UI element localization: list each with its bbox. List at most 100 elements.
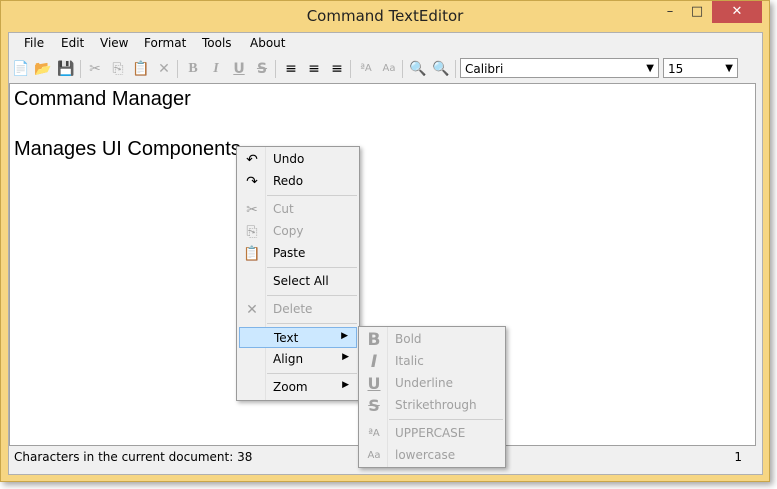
menu-item-strikethrough[interactable]: S Strikethrough xyxy=(361,395,503,416)
character-count: Characters in the current document: 38 xyxy=(14,450,253,464)
menu-item-underline[interactable]: U Underline xyxy=(361,373,503,394)
underline-icon[interactable]: U xyxy=(229,59,249,79)
submenu-arrow-icon: ▶ xyxy=(342,380,349,390)
toolbar-separator xyxy=(350,60,351,78)
strikethrough-icon: S xyxy=(368,396,380,415)
menu-item-label: Copy xyxy=(273,224,304,238)
menu-about[interactable]: About xyxy=(250,36,285,50)
copy-icon: ⎘ xyxy=(246,224,258,240)
align-center-icon[interactable]: ≡ xyxy=(304,59,324,79)
strikethrough-icon[interactable]: S xyxy=(252,59,272,79)
menu-item-label: Zoom xyxy=(273,380,308,394)
menu-item-redo[interactable]: ↷ Redo xyxy=(239,171,357,192)
font-family-select[interactable]: Calibri ▼ xyxy=(460,58,659,78)
toolbar: 📄 📂 💾 ✂ ⎘ 📋 ✕ B I U S ≡ ≡ ≡ ªA Aa 🔍 🔍 Ca… xyxy=(9,55,762,83)
lowercase-icon: Aa xyxy=(367,450,381,461)
align-left-icon[interactable]: ≡ xyxy=(281,59,301,79)
bold-icon: B xyxy=(367,330,381,350)
submenu-arrow-icon: ▶ xyxy=(342,352,349,362)
menu-item-label: Underline xyxy=(395,376,453,390)
redo-icon: ↷ xyxy=(246,174,258,190)
menu-item-paste[interactable]: 📋 Paste xyxy=(239,243,357,264)
menu-separator xyxy=(267,323,357,324)
open-folder-icon[interactable]: 📂 xyxy=(33,59,53,79)
menu-view[interactable]: View xyxy=(100,36,128,50)
menu-file[interactable]: File xyxy=(24,36,44,50)
delete-icon: ✕ xyxy=(246,302,258,318)
text-submenu: B Bold I Italic U Underline S Strikethro… xyxy=(358,326,506,468)
toolbar-separator xyxy=(275,60,276,78)
cut-icon[interactable]: ✂ xyxy=(85,59,105,79)
zoom-in-icon[interactable]: 🔍 xyxy=(408,59,428,79)
align-right-icon[interactable]: ≡ xyxy=(327,59,347,79)
menu-item-label: Delete xyxy=(273,302,313,316)
delete-icon[interactable]: ✕ xyxy=(154,59,174,79)
bold-icon[interactable]: B xyxy=(183,59,203,79)
menu-item-label: Undo xyxy=(273,152,305,166)
underline-icon: U xyxy=(367,374,381,393)
font-family-value: Calibri xyxy=(465,62,504,76)
menu-item-lowercase[interactable]: Aa lowercase xyxy=(361,445,503,466)
menu-edit[interactable]: Edit xyxy=(61,36,84,50)
save-icon[interactable]: 💾 xyxy=(56,59,76,79)
menu-item-label: Text xyxy=(274,331,299,345)
uppercase-icon[interactable]: ªA xyxy=(356,59,376,79)
new-document-icon[interactable]: 📄 xyxy=(11,59,31,79)
menu-item-label: Cut xyxy=(273,202,294,216)
window-title: Command TextEditor xyxy=(306,7,464,25)
paste-icon: 📋 xyxy=(243,246,261,262)
document-line: Manages UI Components xyxy=(14,138,241,160)
menu-item-cut[interactable]: ✂ Cut xyxy=(239,199,357,220)
uppercase-icon: ªA xyxy=(368,428,380,439)
menu-item-bold[interactable]: B Bold xyxy=(361,329,503,350)
menu-item-label: Italic xyxy=(395,354,424,368)
italic-icon: I xyxy=(370,352,378,372)
chevron-down-icon: ▼ xyxy=(725,63,733,74)
maximize-button[interactable]: □ xyxy=(684,1,710,23)
cut-icon: ✂ xyxy=(246,202,258,218)
context-menu: ↶ Undo ↷ Redo ✂ Cut ⎘ Copy 📋 Paste Selec… xyxy=(236,146,360,401)
paste-icon[interactable]: 📋 xyxy=(131,59,151,79)
menu-separator xyxy=(267,373,357,374)
submenu-arrow-icon: ▶ xyxy=(341,331,348,341)
menu-item-italic[interactable]: I Italic xyxy=(361,351,503,372)
minimize-button[interactable]: – xyxy=(657,1,683,23)
lowercase-icon[interactable]: Aa xyxy=(379,59,399,79)
menu-item-label: UPPERCASE xyxy=(395,426,466,440)
chevron-down-icon: ▼ xyxy=(646,63,654,74)
menu-item-copy[interactable]: ⎘ Copy xyxy=(239,221,357,242)
italic-icon[interactable]: I xyxy=(206,59,226,79)
menu-item-text[interactable]: Text ▶ xyxy=(239,327,357,348)
menu-item-align[interactable]: Align ▶ xyxy=(239,349,357,370)
menu-item-undo[interactable]: ↶ Undo xyxy=(239,149,357,170)
menu-item-label: Paste xyxy=(273,246,306,260)
undo-icon: ↶ xyxy=(246,152,258,168)
menu-separator xyxy=(267,267,357,268)
menu-item-label: Redo xyxy=(273,174,304,188)
font-size-select[interactable]: 15 ▼ xyxy=(663,58,738,78)
title-bar[interactable]: Command TextEditor – □ ✕ xyxy=(1,1,769,31)
toolbar-separator xyxy=(177,60,178,78)
status-number: 1 xyxy=(734,450,742,464)
menu-item-label: lowercase xyxy=(395,448,456,462)
menu-item-label: Strikethrough xyxy=(395,398,477,412)
menu-tools[interactable]: Tools xyxy=(202,36,232,50)
menu-item-label: Align xyxy=(273,352,304,366)
close-button[interactable]: ✕ xyxy=(712,1,762,23)
menu-item-uppercase[interactable]: ªA UPPERCASE xyxy=(361,423,503,444)
toolbar-separator xyxy=(80,60,81,78)
menu-separator xyxy=(267,195,357,196)
menu-item-zoom[interactable]: Zoom ▶ xyxy=(239,377,357,398)
font-size-value: 15 xyxy=(668,62,684,76)
menu-bar: File Edit View Format Tools About xyxy=(9,33,762,55)
toolbar-separator xyxy=(402,60,403,78)
zoom-out-icon[interactable]: 🔍 xyxy=(431,59,451,79)
menu-separator xyxy=(389,419,503,420)
menu-item-delete[interactable]: ✕ Delete xyxy=(239,299,357,320)
menu-separator xyxy=(267,295,357,296)
menu-format[interactable]: Format xyxy=(144,36,186,50)
menu-item-label: Select All xyxy=(273,274,329,288)
menu-item-label: Bold xyxy=(395,332,422,346)
menu-item-select-all[interactable]: Select All xyxy=(239,271,357,292)
copy-icon[interactable]: ⎘ xyxy=(108,59,128,79)
